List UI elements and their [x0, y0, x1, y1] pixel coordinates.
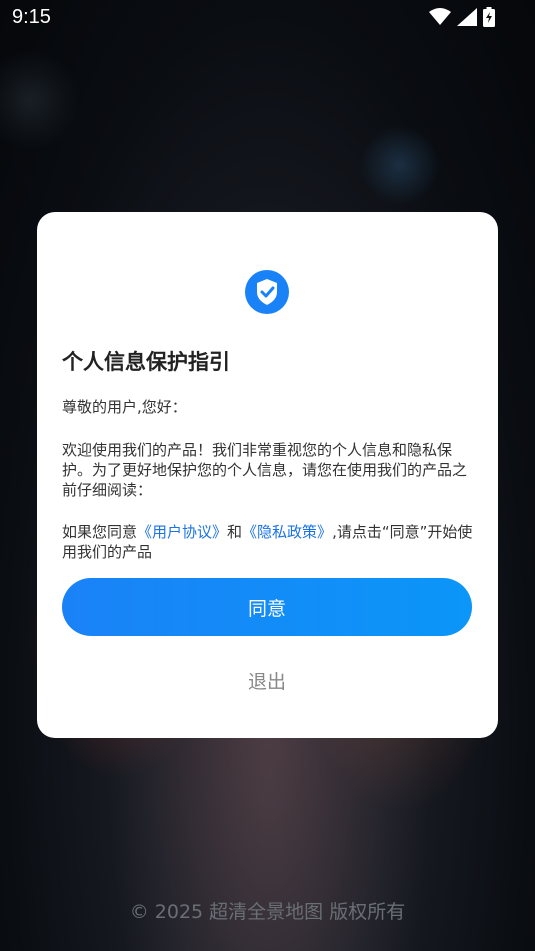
battery-charging-icon — [483, 7, 495, 27]
signal-icon — [457, 8, 477, 26]
dialog-title: 个人信息保护指引 — [62, 350, 230, 374]
consent-text: 如果您同意《用户协议》和《隐私政策》,请点击“同意”开始使用我们的产品 — [62, 522, 477, 562]
consent-prefix: 如果您同意 — [62, 523, 138, 541]
copyright-footer: © 2025 超清全景地图 版权所有 — [129, 901, 406, 923]
status-bar: 9:15 — [0, 0, 535, 36]
status-time: 9:15 — [12, 6, 51, 28]
exit-button[interactable]: 退出 — [217, 660, 317, 700]
privacy-policy-link[interactable]: 《隐私政策》 — [242, 523, 332, 541]
user-agreement-link[interactable]: 《用户协议》 — [137, 523, 227, 541]
wifi-icon — [429, 8, 451, 25]
shield-check-icon — [245, 270, 289, 314]
status-icons — [429, 7, 495, 27]
intro-text: 欢迎使用我们的产品！我们非常重视您的个人信息和隐私保护。为了更好地保护您的个人信… — [62, 441, 468, 499]
privacy-dialog: 个人信息保护指引 尊敬的用户,您好： 欢迎使用我们的产品！我们非常重视您的个人信… — [37, 212, 498, 738]
and-text: 和 — [227, 523, 243, 541]
agree-button[interactable]: 同意 — [62, 578, 472, 636]
greeting-text: 尊敬的用户,您好： — [62, 398, 187, 416]
